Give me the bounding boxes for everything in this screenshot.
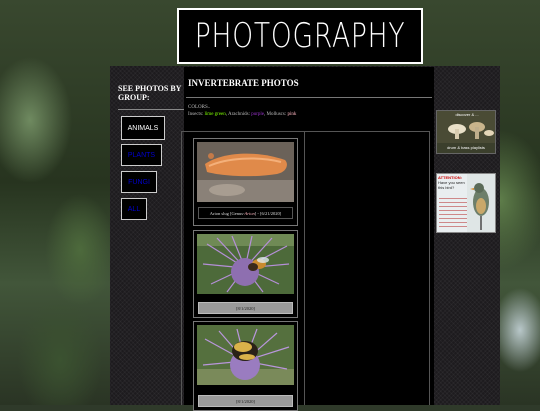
photo-card-slug[interactable]: Arion slug [Genus- Arion] - [6/21/2020] (193, 138, 298, 226)
group-label: PLANTS (127, 151, 156, 159)
sidebar-divider (118, 109, 184, 110)
caption-name: Arion slug [Genus- (209, 210, 245, 216)
sidebar-title: SEE PHOTOS BY GROUP: (118, 84, 182, 102)
group-button-fungi[interactable]: FUNGI (121, 171, 157, 193)
molluscs-color: pink (287, 112, 297, 117)
site-banner[interactable]: PHOTOGRAPHY (177, 8, 423, 64)
insects-color: lime green (204, 112, 226, 117)
caption-end: ] - (254, 210, 259, 216)
music-ad[interactable]: discover & ... drum & bass playlists (436, 110, 496, 154)
honeybee-photo[interactable] (197, 234, 294, 294)
bumblebee-photo[interactable] (197, 325, 294, 385)
group-label: FUNGI (128, 178, 150, 186)
banner-title: PHOTOGRAPHY (194, 16, 406, 56)
bird-ad-line: this bird? (438, 185, 455, 190)
photo-caption: [8/1/2020] (198, 302, 293, 314)
insects-label: Insects: (188, 112, 204, 117)
colors-label: COLORS.. (188, 105, 211, 110)
photo-card-honeybee[interactable]: [8/1/2020] (193, 230, 298, 318)
title-divider (186, 97, 432, 98)
arachnids-color: purple (251, 112, 264, 117)
bird-ad-text: ATTENTION: Have you seen this bird? (438, 175, 468, 190)
ad-bottom-text: drum & bass playlists (447, 145, 485, 150)
group-button-all[interactable]: ALL (121, 198, 147, 220)
slug-photo[interactable] (197, 142, 294, 202)
photo-caption: [8/1/2020] (198, 395, 293, 407)
group-button-animals[interactable]: ANIMALS (121, 116, 165, 140)
ad-top-text: discover & ... (455, 112, 479, 117)
caption-date: [6/21/2020] (260, 210, 282, 216)
colors-legend-line: Insects: lime green, Arachnids: purple, … (188, 112, 297, 117)
grid-column-divider (304, 132, 305, 405)
caption-date: [8/1/2020] (236, 305, 255, 311)
bird-illustration (467, 174, 495, 232)
group-label: ALL (127, 205, 141, 213)
photo-card-bumblebee[interactable]: [8/1/2020] (193, 321, 298, 411)
bird-ad[interactable]: ATTENTION: Have you seen this bird? (436, 173, 496, 233)
caption-genus: Arion (244, 210, 255, 216)
photo-caption: Arion slug [Genus- Arion] - [6/21/2020] (198, 207, 293, 219)
molluscs-label: Molluscs: (266, 112, 287, 117)
color-legend: COLORS.. Insects: lime green, Arachnids:… (188, 104, 296, 118)
arachnids-label: Arachnids: (228, 112, 250, 117)
group-button-plants[interactable]: PLANTS (121, 144, 162, 166)
caption-date: [8/1/2020] (236, 398, 255, 404)
page-title: INVERTEBRATE PHOTOS (188, 78, 299, 88)
group-label: ANIMALS (127, 124, 159, 132)
bird-ad-fine-print (439, 198, 467, 230)
